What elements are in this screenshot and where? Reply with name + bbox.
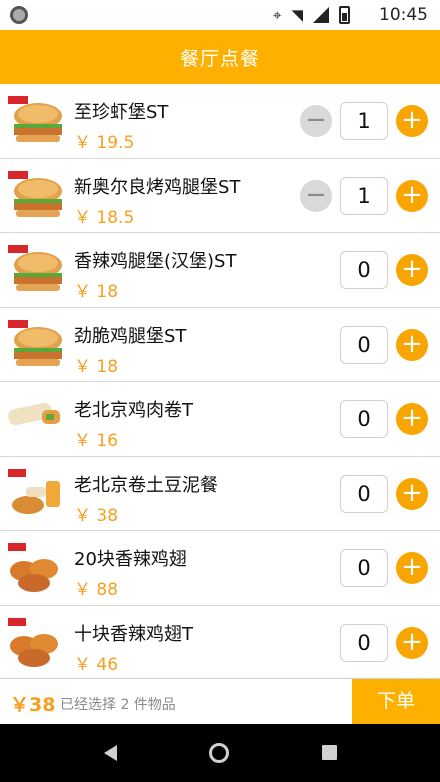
cart-summary: 已经选择 2 件物品 <box>60 697 176 713</box>
cart-total: ￥38 <box>10 694 56 716</box>
decrease-button[interactable]: − <box>300 179 332 212</box>
food-thumbnail <box>6 392 66 446</box>
increase-button[interactable]: + <box>396 254 428 286</box>
quantity-field[interactable]: 1 <box>340 102 388 140</box>
status-bar: ⌖ ◥ 10:45 <box>0 0 440 30</box>
item-name: 十块香辣鸡翅T <box>74 623 193 645</box>
menu-item[interactable]: 十块香辣鸡翅T ￥ 46 0 + <box>0 605 440 678</box>
decrease-button[interactable]: − <box>300 105 332 137</box>
quantity-field[interactable]: 0 <box>340 623 388 662</box>
increase-button[interactable]: + <box>396 477 428 510</box>
item-price: ￥ 16 <box>74 431 119 451</box>
menu-list[interactable]: 至珍虾堡ST ￥ 19.5−1 + 新奥尔良烤鸡腿堡ST ￥ 18.5−1 + 香辣鸡腿堡(… <box>0 84 440 678</box>
menu-item[interactable]: 20块香辣鸡翅 ￥ 88 0 + <box>0 531 440 606</box>
menu-item[interactable]: 老北京鸡肉卷T ￥ 16 0 + <box>0 382 440 457</box>
quantity-field[interactable]: 0 <box>340 400 388 438</box>
page-title: 餐厅点餐 <box>179 47 260 70</box>
status-time: 10:45 <box>379 5 428 25</box>
home-icon[interactable] <box>209 743 229 763</box>
quantity-field[interactable]: 0 <box>340 549 388 587</box>
item-price: ￥ 18.5 <box>74 207 135 228</box>
menu-item[interactable]: 老北京卷土豆泥餐 ￥ 38 0 + <box>0 456 440 531</box>
food-thumbnail <box>6 318 66 372</box>
item-price: ￥ 88 <box>74 580 119 600</box>
increase-button[interactable]: + <box>396 552 428 584</box>
item-price: ￥ 19.5 <box>74 133 135 153</box>
item-price: ￥ 18 <box>74 356 119 377</box>
location-icon: ⌖ <box>273 6 282 24</box>
increase-button[interactable]: + <box>396 179 428 212</box>
menu-item[interactable]: 新奥尔良烤鸡腿堡ST ￥ 18.5 −1 + <box>0 158 440 233</box>
signal-icon <box>313 7 329 23</box>
item-name: 香辣鸡腿堡(汉堡)ST <box>74 251 237 272</box>
item-price: ￥ 38 <box>74 505 119 526</box>
status-icons: ⌖ ◥ <box>273 5 350 25</box>
order-button[interactable]: 下单 <box>352 679 440 725</box>
quantity-field[interactable]: 1 <box>340 176 388 215</box>
app-bar: 餐厅点餐 <box>0 30 440 84</box>
menu-item[interactable]: 至珍虾堡ST ￥ 19.5 −1 + <box>0 84 440 159</box>
food-thumbnail <box>6 243 66 297</box>
food-thumbnail <box>6 94 66 148</box>
item-price: ￥ 18 <box>74 282 119 302</box>
item-name: 老北京卷土豆泥餐 <box>74 474 218 496</box>
battery-icon <box>339 6 350 24</box>
increase-button[interactable]: + <box>396 403 428 435</box>
recents-icon[interactable] <box>322 745 337 760</box>
item-name: 20块香辣鸡翅 <box>74 549 187 570</box>
system-nav-bar <box>0 724 440 782</box>
cart-footer: ￥38 已经选择 2 件物品 下单 <box>0 678 440 725</box>
notification-icon <box>10 6 28 24</box>
back-icon[interactable] <box>104 745 117 761</box>
item-name: 至珍虾堡ST <box>74 102 169 123</box>
item-name: 劲脆鸡腿堡ST <box>74 325 187 347</box>
quantity-field[interactable]: 0 <box>340 325 388 364</box>
quantity-field[interactable]: 0 <box>340 251 388 289</box>
food-thumbnail <box>6 169 66 223</box>
increase-button[interactable]: + <box>396 626 428 659</box>
menu-item[interactable]: 香辣鸡腿堡(汉堡)ST ￥ 18 0 + <box>0 233 440 308</box>
menu-item[interactable]: 劲脆鸡腿堡ST ￥ 18 0 + <box>0 307 440 382</box>
food-thumbnail <box>6 467 66 521</box>
item-name: 新奥尔良烤鸡腿堡ST <box>74 176 241 198</box>
wifi-icon: ◥ <box>291 6 303 24</box>
item-name: 老北京鸡肉卷T <box>74 400 193 421</box>
increase-button[interactable]: + <box>396 328 428 361</box>
increase-button[interactable]: + <box>396 105 428 137</box>
item-price: ￥ 46 <box>74 654 119 675</box>
food-thumbnail <box>6 616 66 670</box>
quantity-field[interactable]: 0 <box>340 474 388 513</box>
food-thumbnail <box>6 541 66 595</box>
